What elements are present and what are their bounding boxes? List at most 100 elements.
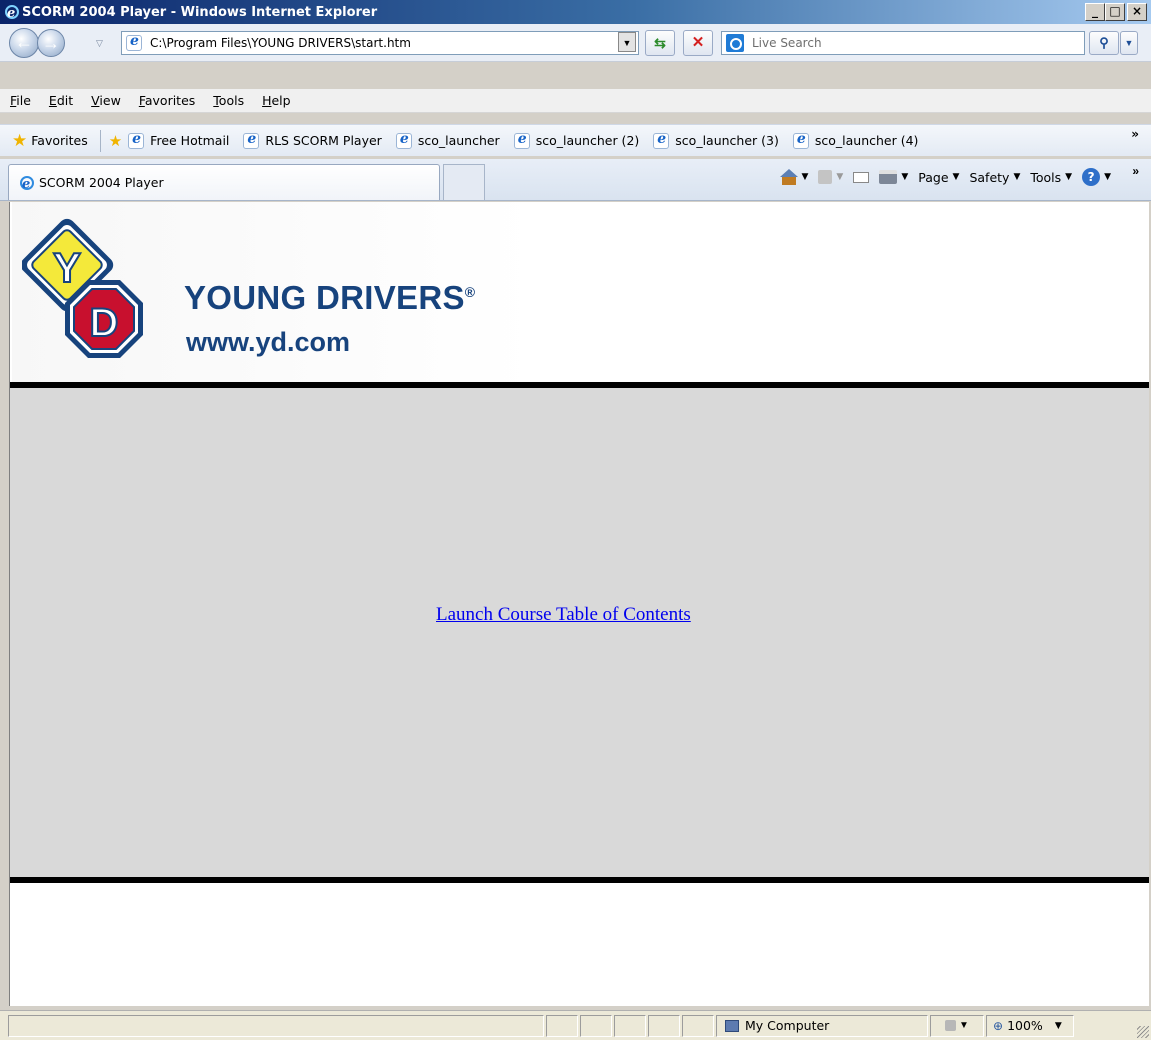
favorites-bar: ★ Favorites ★ Free Hotmail RLS SCORM Pla… [0,124,1151,156]
chevron-down-icon: ▼ [901,172,909,182]
ie-page-icon [128,131,145,149]
live-search-icon [726,34,744,52]
command-overflow-chevron[interactable]: » [1132,164,1139,178]
lock-icon [945,1020,957,1031]
back-arrow-icon: ← [15,32,33,52]
menu-view[interactable]: View [91,93,121,108]
search-options-dropdown[interactable]: ▼ [1120,31,1138,55]
search-input[interactable]: Live Search [721,31,1085,55]
status-pane [614,1014,646,1037]
brand-name: YOUNG DRIVERS® [184,279,475,317]
resize-grip[interactable] [1137,1026,1149,1038]
tools-menu-label: Tools [1030,169,1062,185]
home-button[interactable]: ▼ [779,169,809,185]
registered-mark: ® [464,284,476,300]
favorites-overflow-chevron[interactable]: » [1131,127,1139,141]
main-content: Launch Course Table of Contents [10,388,1149,877]
toolbar-separator [99,129,101,152]
chevron-down-icon: ▼ [1065,172,1073,182]
safety-menu[interactable]: Safety ▼ [969,170,1020,185]
chevron-down-icon: ▼ [1013,172,1021,182]
logo-letter-y: Y [53,244,81,291]
forward-button[interactable]: → [37,29,65,57]
favorite-link[interactable]: sco_launcher (2) [513,131,639,149]
command-bar: ▼ ▼ ▼ Page ▼ Safety ▼ Tools ▼ ? ▼ [779,168,1111,186]
tab-row: e SCORM 2004 Player ▼ ▼ ▼ Page ▼ Safety ▼ … [0,159,1151,201]
address-dropdown-button[interactable]: ▼ [618,32,636,52]
launch-course-link[interactable]: Launch Course Table of Contents [436,604,691,626]
window-title: SCORM 2004 Player - Windows Internet Exp… [22,4,378,20]
security-zone[interactable]: My Computer [716,1014,928,1037]
logo-letter-d: D [90,301,119,345]
status-pane [546,1014,578,1037]
ie-page-icon [792,131,809,149]
ie-page-icon [513,131,530,149]
menu-bar: File Edit View Favorites Tools Help [0,89,1151,113]
status-pane [648,1014,680,1037]
young-drivers-logo: Y D [22,218,143,358]
feeds-button[interactable]: ▼ [818,170,843,184]
print-button[interactable]: ▼ [879,170,908,184]
favorite-link[interactable]: sco_launcher (3) [653,131,779,149]
favorite-link[interactable]: sco_launcher (4) [792,131,919,149]
favorite-label: RLS SCORM Player [265,133,382,148]
read-mail-button[interactable] [853,171,870,183]
page-menu[interactable]: Page ▼ [918,170,959,185]
zoom-icon: ⊕ [993,1018,1004,1033]
search-placeholder: Live Search [752,36,822,50]
ie-page-icon [243,131,260,149]
stop-icon: ✕ [691,34,705,51]
home-icon [779,169,798,185]
favorite-link[interactable]: sco_launcher [395,131,500,149]
status-pane [682,1014,714,1037]
back-button[interactable]: ← [9,28,39,58]
brand-name-text: YOUNG DRIVERS [184,279,465,316]
logo-banner: Y D YOUNG DRIVERS® www.yd.com [12,202,537,382]
zoom-level-button[interactable]: ⊕ 100% ▼ [986,1014,1074,1037]
close-button[interactable]: × [1127,3,1147,21]
status-bar: My Computer ▼ ⊕ 100% ▼ [0,1010,1151,1040]
search-button[interactable]: ⚲ [1089,31,1119,55]
favorite-link[interactable]: Free Hotmail [128,131,229,149]
favorite-label: sco_launcher [417,133,500,148]
chevron-down-icon: ▼ [801,172,809,182]
new-tab-button[interactable] [443,164,485,200]
mail-icon [853,171,870,183]
zoom-value: 100% [1007,1018,1043,1033]
menu-tools[interactable]: Tools [213,93,244,108]
maximize-button[interactable]: □ [1105,3,1125,21]
svg-text:e: e [7,6,15,20]
recent-pages-dropdown[interactable]: ▽ [96,38,103,49]
menu-file[interactable]: File [10,93,31,108]
favorites-star-icon[interactable]: ★ [12,131,27,151]
menu-help[interactable]: Help [262,93,291,108]
safety-menu-label: Safety [969,169,1010,185]
address-bar[interactable]: C:\Program Files\YOUNG DRIVERS\start.htm [121,31,639,55]
page-header: Y D YOUNG DRIVERS® www.yd.com [10,202,1149,382]
computer-icon [725,1019,739,1032]
add-to-favorites-icon[interactable]: ★ [109,132,122,150]
tab-scorm-player[interactable]: e SCORM 2004 Player [8,164,440,200]
menu-edit[interactable]: Edit [49,93,73,108]
page-menu-label: Page [918,169,949,185]
page-footer [10,883,1149,1006]
protected-mode-button[interactable]: ▼ [930,1014,984,1037]
title-bar: e SCORM 2004 Player - Windows Internet E… [0,0,1151,24]
favorite-label: sco_launcher (4) [814,133,919,148]
stop-button[interactable]: ✕ [683,30,713,56]
ie-page-icon [395,131,412,149]
page-icon [126,33,142,51]
favorites-button[interactable]: Favorites [31,133,87,148]
help-button[interactable]: ? ▼ [1082,168,1111,186]
minimize-button[interactable]: _ [1085,3,1105,21]
help-icon: ? [1082,168,1101,186]
menu-favorites[interactable]: Favorites [139,93,195,108]
favorite-link[interactable]: RLS SCORM Player [243,131,382,149]
tools-menu[interactable]: Tools ▼ [1030,170,1072,185]
d-octagon-sign: D [65,280,143,358]
chevron-down-icon: ▼ [952,172,960,182]
tab-title: SCORM 2004 Player [39,175,164,190]
status-text-pane [8,1014,544,1037]
refresh-button[interactable]: ⇆ [645,30,675,56]
address-url[interactable]: C:\Program Files\YOUNG DRIVERS\start.htm [150,36,411,50]
